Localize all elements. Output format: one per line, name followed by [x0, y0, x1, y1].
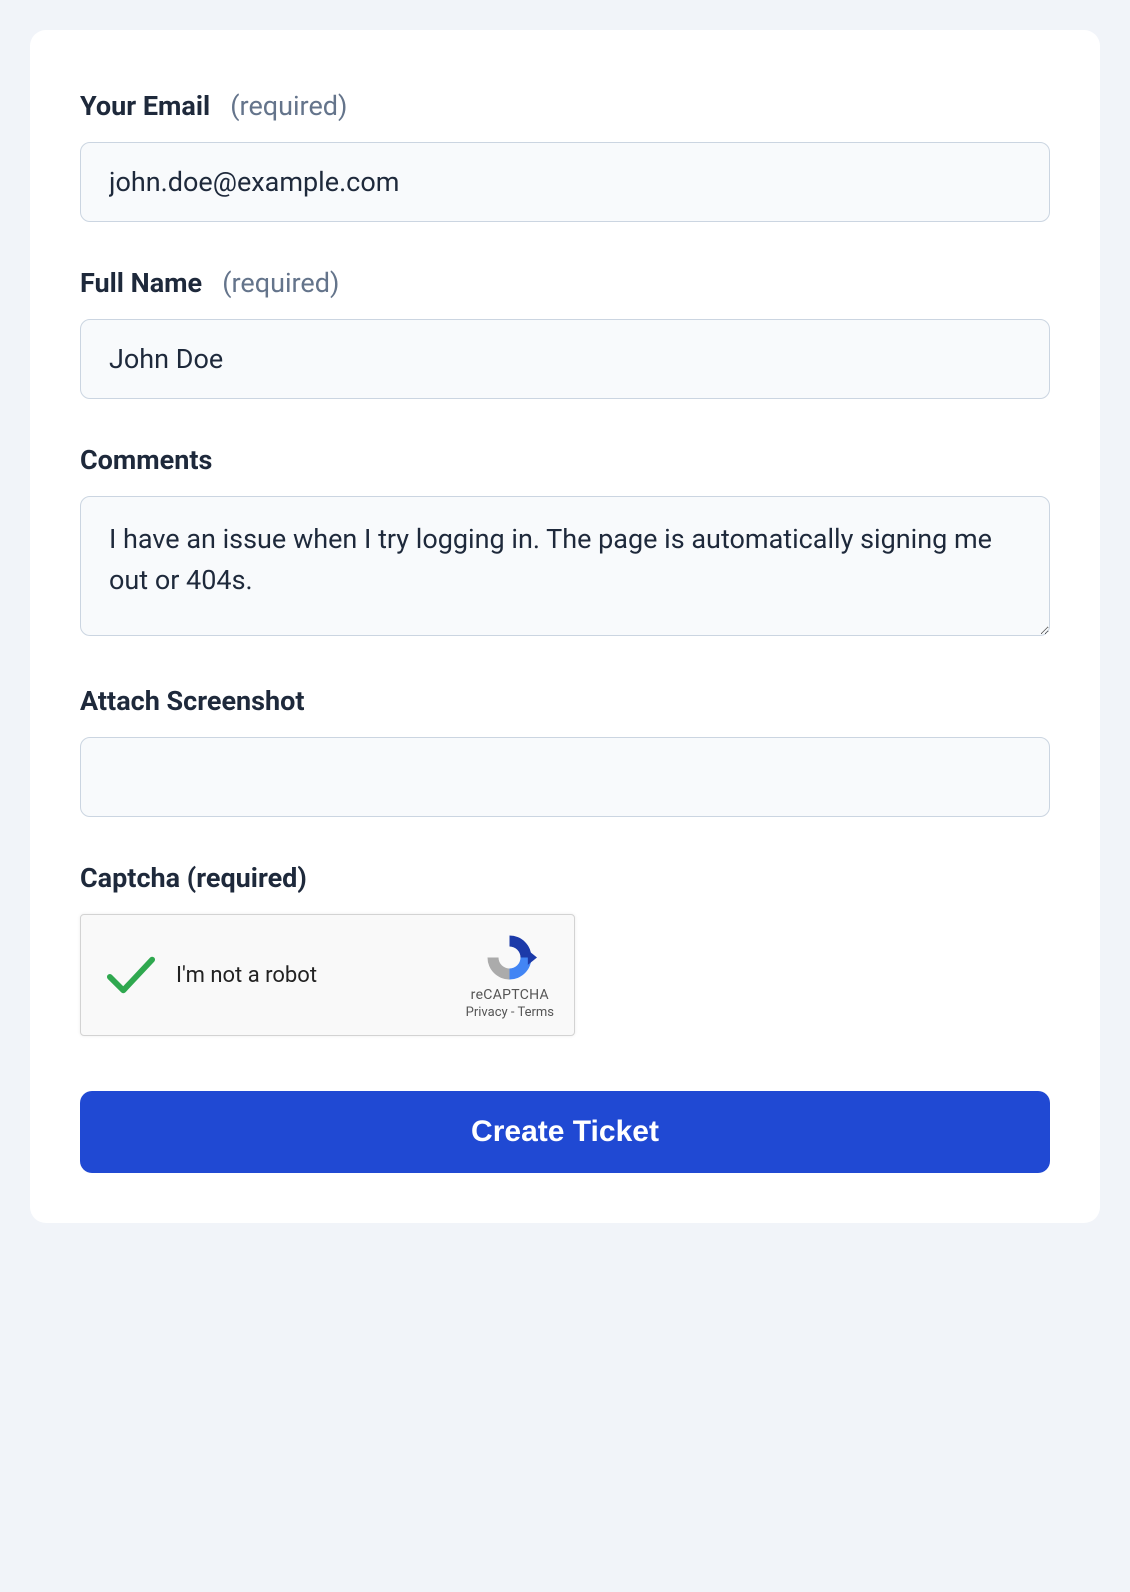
recaptcha-brand-text: reCAPTCHA	[471, 987, 549, 1003]
recaptcha-widget[interactable]: I'm not a robot reCAPTCHA Privacy - Term…	[80, 914, 575, 1036]
email-label-text: Your Email	[80, 90, 210, 122]
checkmark-icon	[106, 953, 156, 997]
comments-label: Comments	[80, 444, 1050, 476]
email-required-note: (required)	[230, 90, 347, 122]
ticket-form-card: Your Email (required) Full Name (require…	[30, 30, 1100, 1223]
fullname-input[interactable]	[80, 319, 1050, 399]
captcha-field-group: Captcha (required) I'm not a robot	[80, 862, 1050, 1036]
recaptcha-privacy-link[interactable]: Privacy	[466, 1005, 508, 1020]
email-input[interactable]	[80, 142, 1050, 222]
screenshot-label: Attach Screenshot	[80, 685, 1050, 717]
recaptcha-terms-link[interactable]: Terms	[517, 1005, 554, 1020]
screenshot-field-group: Attach Screenshot	[80, 685, 1050, 817]
fullname-label: Full Name (required)	[80, 267, 1050, 299]
captcha-label: Captcha (required)	[80, 862, 1050, 894]
screenshot-input[interactable]	[80, 737, 1050, 817]
comments-field-group: Comments I have an issue when I try logg…	[80, 444, 1050, 640]
email-field-group: Your Email (required)	[80, 90, 1050, 222]
fullname-label-text: Full Name	[80, 267, 202, 299]
recaptcha-right: reCAPTCHA Privacy - Terms	[466, 930, 554, 1020]
fullname-required-note: (required)	[222, 267, 339, 299]
recaptcha-links: Privacy - Terms	[466, 1005, 554, 1020]
recaptcha-left: I'm not a robot	[106, 953, 317, 997]
fullname-field-group: Full Name (required)	[80, 267, 1050, 399]
recaptcha-checkbox-label: I'm not a robot	[176, 963, 317, 988]
recaptcha-link-sep: -	[508, 1005, 518, 1020]
email-label: Your Email (required)	[80, 90, 1050, 122]
comments-textarea[interactable]: I have an issue when I try logging in. T…	[80, 496, 1050, 636]
recaptcha-logo-icon	[482, 930, 537, 985]
create-ticket-button[interactable]: Create Ticket	[80, 1091, 1050, 1173]
